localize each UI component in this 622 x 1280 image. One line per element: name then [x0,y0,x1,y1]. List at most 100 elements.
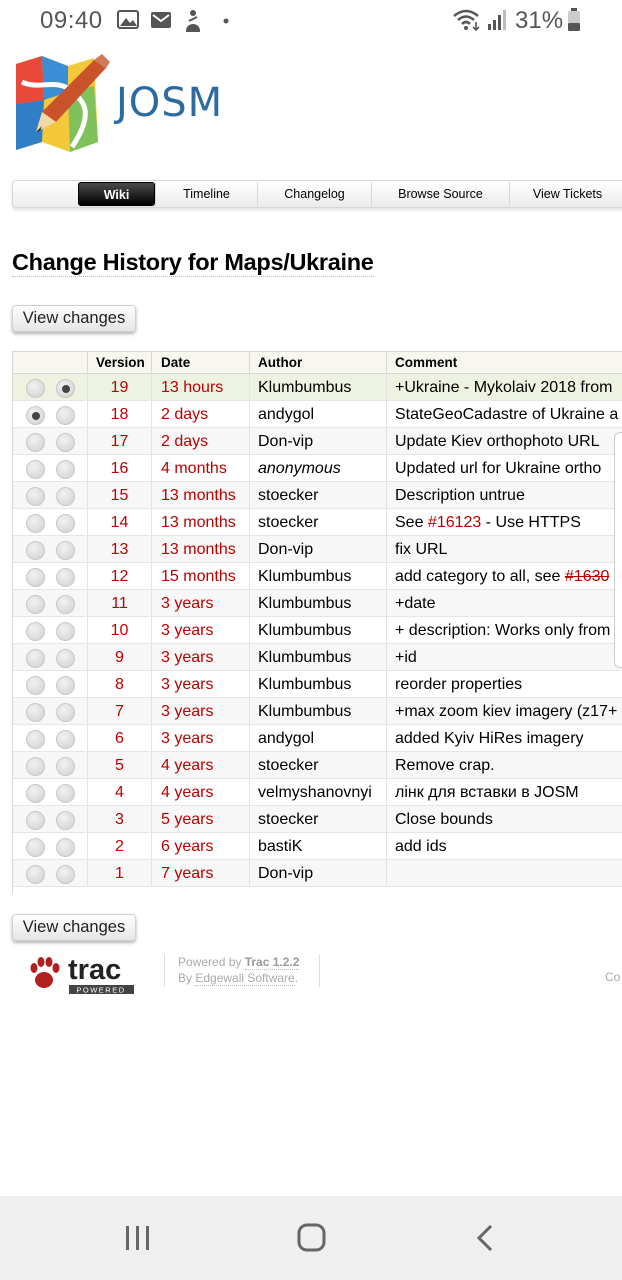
tab-wiki[interactable]: Wiki [78,182,155,206]
version-link[interactable]: 18 [88,401,152,427]
date-link[interactable]: 13 months [152,536,250,562]
old-version-radio[interactable] [26,433,45,452]
column-header-author[interactable]: Author [250,352,387,373]
new-version-radio[interactable] [56,487,75,506]
home-icon[interactable] [297,1223,327,1253]
version-link[interactable]: 10 [88,617,152,643]
date-link[interactable]: 3 years [152,617,250,643]
scroll-indicator[interactable] [614,432,622,668]
new-version-radio[interactable] [56,757,75,776]
version-link[interactable]: 4 [88,779,152,805]
date-link[interactable]: 5 years [152,806,250,832]
date-link[interactable]: 4 years [152,752,250,778]
date-link[interactable]: 4 months [152,455,250,481]
date-link[interactable]: 7 years [152,860,250,886]
new-version-radio[interactable] [56,433,75,452]
view-changes-button-bottom[interactable]: View changes [12,914,136,941]
old-version-radio[interactable] [26,649,45,668]
old-version-radio[interactable] [26,595,45,614]
new-version-radio[interactable] [56,838,75,857]
old-version-radio[interactable] [26,568,45,587]
version-link[interactable]: 14 [88,509,152,535]
date-link[interactable]: 13 hours [152,374,250,400]
back-icon[interactable] [475,1224,495,1252]
new-version-radio[interactable] [56,865,75,884]
josm-logo-icon[interactable] [12,52,112,156]
tab-timeline[interactable]: Timeline [155,182,257,206]
version-link[interactable]: 1 [88,860,152,886]
version-link[interactable]: 16 [88,455,152,481]
new-version-radio[interactable] [56,595,75,614]
column-header-comment[interactable]: Comment [387,352,622,373]
new-version-radio[interactable] [56,514,75,533]
version-link[interactable]: 19 [88,374,152,400]
trac-version-link[interactable]: Trac 1.2.2 [244,955,300,970]
new-version-radio[interactable] [56,649,75,668]
new-version-radio[interactable] [56,406,75,425]
old-version-radio[interactable] [26,379,45,398]
date-link[interactable]: 15 months [152,563,250,589]
version-link[interactable]: 8 [88,671,152,697]
date-link[interactable]: 3 years [152,671,250,697]
version-link[interactable]: 17 [88,428,152,454]
new-version-radio[interactable] [56,460,75,479]
edgewall-link[interactable]: Edgewall Software [195,970,295,986]
old-version-radio[interactable] [26,622,45,641]
version-link[interactable]: 11 [88,590,152,616]
date-link[interactable]: 3 years [152,644,250,670]
version-link[interactable]: 5 [88,752,152,778]
date-link[interactable]: 2 days [152,428,250,454]
new-version-radio[interactable] [56,676,75,695]
old-version-radio[interactable] [26,460,45,479]
new-version-radio[interactable] [56,784,75,803]
tab-changelog[interactable]: Changelog [257,182,371,206]
old-version-radio[interactable] [26,811,45,830]
date-link[interactable]: 6 years [152,833,250,859]
old-version-radio[interactable] [26,703,45,722]
date-link[interactable]: 4 years [152,779,250,805]
version-link[interactable]: 2 [88,833,152,859]
version-link[interactable]: 7 [88,698,152,724]
old-version-radio[interactable] [26,487,45,506]
new-version-radio[interactable] [56,622,75,641]
version-link[interactable]: 3 [88,806,152,832]
date-link[interactable]: 13 months [152,509,250,535]
date-link[interactable]: 3 years [152,725,250,751]
closed-ticket-link[interactable]: #1630 [565,568,610,585]
date-link[interactable]: 3 years [152,698,250,724]
josm-logo-text[interactable]: JOSM [116,80,223,126]
column-header-date[interactable]: Date [152,352,250,373]
tab-browse-source[interactable]: Browse Source [371,182,509,206]
version-link[interactable]: 12 [88,563,152,589]
old-version-radio[interactable] [26,784,45,803]
old-version-radio[interactable] [26,730,45,749]
new-version-radio[interactable] [56,568,75,587]
column-header-version[interactable]: Version [88,352,152,373]
battery-percent: 31% [515,7,564,34]
old-version-radio[interactable] [26,838,45,857]
old-version-radio[interactable] [26,865,45,884]
new-version-radio[interactable] [56,541,75,560]
old-version-radio[interactable] [26,406,45,425]
date-link[interactable]: 13 months [152,482,250,508]
old-version-radio[interactable] [26,676,45,695]
new-version-radio[interactable] [56,730,75,749]
version-link[interactable]: 13 [88,536,152,562]
tab-view-tickets[interactable]: View Tickets [509,182,622,206]
version-link[interactable]: 15 [88,482,152,508]
author-cell: andygol [250,401,387,427]
view-changes-button-top[interactable]: View changes [12,305,136,332]
old-version-radio[interactable] [26,514,45,533]
old-version-radio[interactable] [26,541,45,560]
ticket-link[interactable]: #16123 [428,514,481,531]
date-link[interactable]: 3 years [152,590,250,616]
trac-logo-icon[interactable]: trac POWERED [28,952,138,996]
old-version-radio[interactable] [26,757,45,776]
version-link[interactable]: 6 [88,725,152,751]
recents-icon[interactable] [124,1225,152,1251]
date-link[interactable]: 2 days [152,401,250,427]
new-version-radio[interactable] [56,379,75,398]
new-version-radio[interactable] [56,703,75,722]
new-version-radio[interactable] [56,811,75,830]
version-link[interactable]: 9 [88,644,152,670]
